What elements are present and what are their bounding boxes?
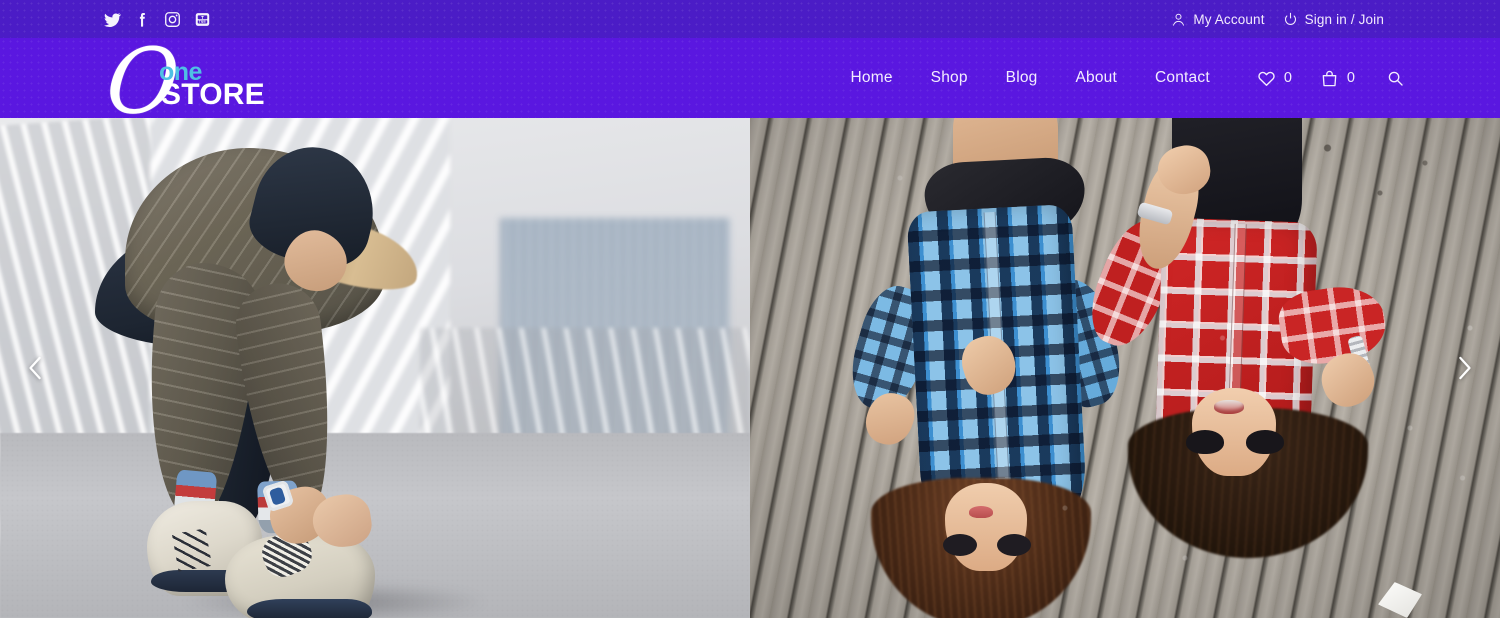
nav-item-home[interactable]: Home <box>832 69 912 87</box>
wishlist-count: 0 <box>1283 70 1292 86</box>
sneaker-left-laces <box>171 528 213 572</box>
girl-a-sunglasses <box>941 534 1033 556</box>
main-header: O one STORE Home Shop Blog About Contact… <box>0 30 1500 135</box>
cart-count: 0 <box>1346 70 1355 86</box>
facebook-icon[interactable] <box>134 11 151 28</box>
shopping-bag-icon <box>1320 69 1339 88</box>
slider-prev-button[interactable] <box>14 346 58 390</box>
girl-a-mouth <box>969 506 993 518</box>
hero-slider <box>0 118 1500 618</box>
search-button[interactable] <box>1369 70 1404 87</box>
site-logo[interactable]: O one STORE <box>102 30 265 135</box>
nav-item-blog[interactable]: Blog <box>987 69 1057 87</box>
slide-runner-tying-shoe[interactable] <box>0 118 750 618</box>
runner-figure <box>95 133 485 618</box>
slide-two-girls-boardwalk[interactable] <box>750 118 1500 618</box>
power-icon <box>1283 12 1298 27</box>
instagram-icon[interactable] <box>164 11 181 28</box>
heart-icon <box>1257 69 1276 88</box>
social-links <box>104 11 211 28</box>
nav-item-contact[interactable]: Contact <box>1136 69 1229 87</box>
boardwalk-white-object <box>1378 582 1422 618</box>
topbar-account-area: My Account Sign in / Join <box>1171 12 1384 27</box>
sign-in-join-link[interactable]: Sign in / Join <box>1283 12 1384 27</box>
my-account-label: My Account <box>1193 11 1265 27</box>
nav-item-shop[interactable]: Shop <box>912 69 987 87</box>
chevron-right-icon <box>1453 352 1475 384</box>
header-tools: 0 0 <box>1243 69 1404 88</box>
cart-button[interactable]: 0 <box>1306 69 1369 88</box>
user-icon <box>1171 12 1186 27</box>
twitter-icon[interactable] <box>104 11 121 28</box>
nav-item-about[interactable]: About <box>1057 69 1137 87</box>
page-root: My Account Sign in / Join O one STORE Ho… <box>0 0 1500 618</box>
girl-b-mouth <box>1214 400 1244 414</box>
girl-a-face <box>945 483 1027 571</box>
primary-navigation: Home Shop Blog About Contact <box>832 69 1229 87</box>
girl-b-sunglasses <box>1186 430 1284 454</box>
girl-blue-plaid <box>841 118 1132 618</box>
youtube-icon[interactable] <box>194 11 211 28</box>
girl-red-plaid <box>1078 118 1390 600</box>
top-utility-bar: My Account Sign in / Join <box>0 0 1500 38</box>
logo-main-text: STORE <box>161 78 265 111</box>
my-account-link[interactable]: My Account <box>1171 12 1264 27</box>
search-icon <box>1387 70 1404 87</box>
sign-in-join-label: Sign in / Join <box>1304 11 1384 27</box>
chevron-left-icon <box>25 352 47 384</box>
slider-next-button[interactable] <box>1442 346 1486 390</box>
wishlist-button[interactable]: 0 <box>1243 69 1306 88</box>
